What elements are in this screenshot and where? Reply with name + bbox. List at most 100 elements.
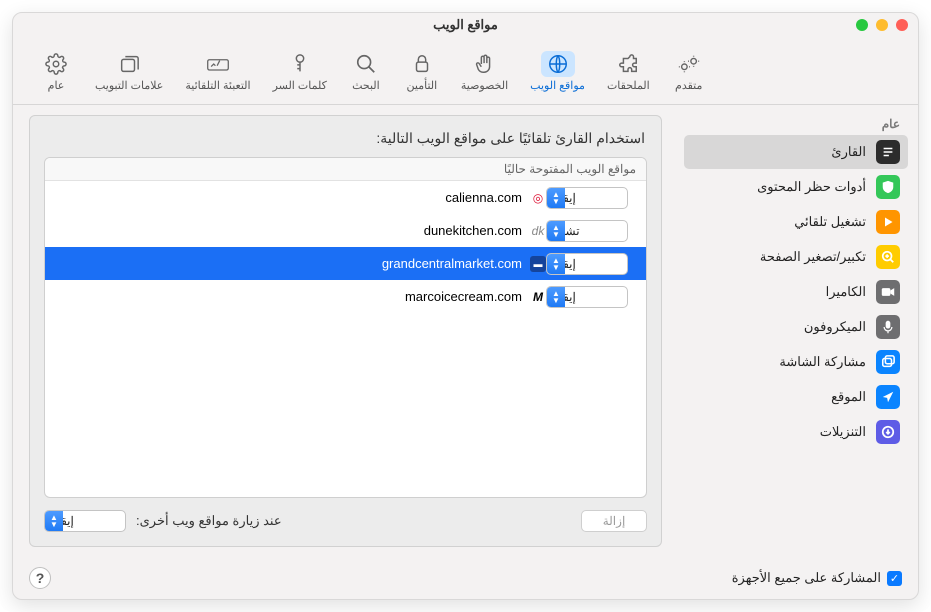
sidebar-item-screen-sharing[interactable]: مشاركة الشاشة	[684, 345, 908, 379]
window-title: مواقع الويب	[23, 17, 908, 33]
tabs-icon	[112, 51, 146, 77]
zoom-icon	[876, 245, 900, 269]
panel-title: استخدام القارئ تلقائيًا على مواقع الويب …	[44, 130, 647, 147]
gears-icon	[672, 51, 706, 77]
camera-icon	[876, 280, 900, 304]
toolbar-label: التأمين	[407, 79, 438, 92]
toolbar-security[interactable]: التأمين	[397, 47, 447, 94]
toolbar-label: متقدم	[675, 79, 702, 92]
share-across-devices[interactable]: ✓ المشاركة على جميع الأجهزة	[732, 570, 902, 586]
toolbar-label: علامات التبويب	[95, 79, 163, 92]
site-cell: ◎ calienna.com	[63, 190, 546, 206]
sidebar-item-label: مشاركة الشاشة	[690, 354, 866, 370]
shield-icon	[876, 175, 900, 199]
key-icon	[283, 51, 317, 77]
toolbar-tabs[interactable]: علامات التبويب	[87, 47, 171, 94]
gear-icon	[39, 51, 73, 77]
checkbox-icon[interactable]: ✓	[887, 571, 902, 586]
toolbar-advanced[interactable]: متقدم	[664, 47, 714, 94]
site-cell: ▬ grandcentralmarket.com	[63, 256, 546, 272]
toolbar-label: الملحقات	[607, 79, 650, 92]
toolbar-privacy[interactable]: الخصوصية	[453, 47, 516, 94]
search-icon	[349, 51, 383, 77]
hand-icon	[468, 51, 502, 77]
toolbar-label: عام	[48, 79, 65, 92]
stepper-icon: ▲▼	[547, 254, 565, 274]
table-row[interactable]: إيقاف ▲▼ ◎ calienna.com	[45, 181, 646, 214]
toolbar-passwords[interactable]: كلمات السر	[265, 47, 335, 94]
close-icon[interactable]	[896, 19, 908, 31]
download-icon	[876, 420, 900, 444]
table-header: مواقع الويب المفتوحة حاليًا	[45, 158, 646, 181]
sidebar-item-content-blockers[interactable]: أدوات حظر المحتوى	[684, 170, 908, 204]
stepper-icon: ▲▼	[547, 287, 565, 307]
favicon-icon: M	[530, 289, 546, 305]
sidebar-item-label: الكاميرا	[690, 284, 866, 300]
sidebar-item-microphone[interactable]: الميكروفون	[684, 310, 908, 344]
settings-panel: استخدام القارئ تلقائيًا على مواقع الويب …	[29, 115, 662, 547]
zoom-icon[interactable]	[856, 19, 868, 31]
help-button[interactable]: ?	[29, 567, 51, 589]
site-cell: dk dunekitchen.com	[63, 223, 546, 239]
sidebar-item-camera[interactable]: الكاميرا	[684, 275, 908, 309]
setting-select[interactable]: إيقاف ▲▼	[546, 286, 628, 308]
favicon-icon: ▬	[530, 256, 546, 272]
reader-icon	[876, 140, 900, 164]
sidebar-item-autoplay[interactable]: تشغيل تلقائي	[684, 205, 908, 239]
toolbar: عام علامات التبويب التعبئة التلقائية كلم…	[13, 37, 918, 105]
toolbar-label: كلمات السر	[273, 79, 327, 92]
site-domain: grandcentralmarket.com	[382, 256, 522, 271]
play-icon	[876, 210, 900, 234]
help-icon: ?	[36, 570, 45, 586]
toolbar-general[interactable]: عام	[31, 47, 81, 94]
checkbox-label: المشاركة على جميع الأجهزة	[732, 570, 881, 586]
globe-icon	[541, 51, 575, 77]
toolbar-search[interactable]: البحث	[341, 47, 391, 94]
toolbar-extensions[interactable]: الملحقات	[599, 47, 658, 94]
sidebar-item-label: تشغيل تلقائي	[690, 214, 866, 230]
setting-select[interactable]: تشغيل ▲▼	[546, 220, 628, 242]
setting-select[interactable]: إيقاف ▲▼	[546, 253, 628, 275]
sidebar-item-label: أدوات حظر المحتوى	[690, 179, 866, 195]
window-controls	[856, 19, 908, 31]
default-setting-label: عند زيارة مواقع ويب أخرى:	[136, 513, 282, 529]
sidebar-item-label: تكبير/تصغير الصفحة	[690, 249, 866, 265]
titlebar: مواقع الويب	[13, 13, 918, 37]
stepper-icon: ▲▼	[45, 511, 63, 531]
sidebar-item-label: الموقع	[690, 389, 866, 405]
sidebar: عام القارئ أدوات حظر المحتوى	[678, 105, 918, 557]
minimize-icon[interactable]	[876, 19, 888, 31]
toolbar-autofill[interactable]: التعبئة التلقائية	[177, 47, 258, 94]
stepper-icon: ▲▼	[547, 221, 565, 241]
sidebar-item-page-zoom[interactable]: تكبير/تصغير الصفحة	[684, 240, 908, 274]
sidebar-item-reader[interactable]: القارئ	[684, 135, 908, 169]
table-row[interactable]: إيقاف ▲▼ M marcoicecream.com	[45, 280, 646, 313]
button-label: إزالة	[603, 514, 626, 528]
screen-icon	[876, 350, 900, 374]
site-domain: marcoicecream.com	[405, 289, 522, 304]
location-icon	[876, 385, 900, 409]
pencil-icon	[201, 51, 235, 77]
site-cell: M marcoicecream.com	[63, 289, 546, 305]
sidebar-item-label: القارئ	[690, 144, 866, 160]
sidebar-section-header: عام	[678, 113, 908, 135]
favicon-icon: dk	[530, 223, 546, 239]
toolbar-websites[interactable]: مواقع الويب	[522, 47, 593, 94]
site-domain: dunekitchen.com	[424, 223, 522, 238]
stepper-icon: ▲▼	[547, 188, 565, 208]
lock-icon	[405, 51, 439, 77]
mic-icon	[876, 315, 900, 339]
toolbar-label: الخصوصية	[461, 79, 508, 92]
sidebar-item-downloads[interactable]: التنزيلات	[684, 415, 908, 449]
table-row[interactable]: إيقاف ▲▼ ▬ grandcentralmarket.com	[45, 247, 646, 280]
puzzle-icon	[611, 51, 645, 77]
toolbar-label: مواقع الويب	[530, 79, 585, 92]
setting-select[interactable]: إيقاف ▲▼	[546, 187, 628, 209]
favicon-icon: ◎	[530, 190, 546, 206]
remove-button[interactable]: إزالة	[581, 510, 647, 532]
toolbar-label: التعبئة التلقائية	[185, 79, 250, 92]
default-setting-select[interactable]: إيقاف ▲▼	[44, 510, 126, 532]
table-row[interactable]: تشغيل ▲▼ dk dunekitchen.com	[45, 214, 646, 247]
toolbar-label: البحث	[352, 79, 380, 92]
sidebar-item-location[interactable]: الموقع	[684, 380, 908, 414]
